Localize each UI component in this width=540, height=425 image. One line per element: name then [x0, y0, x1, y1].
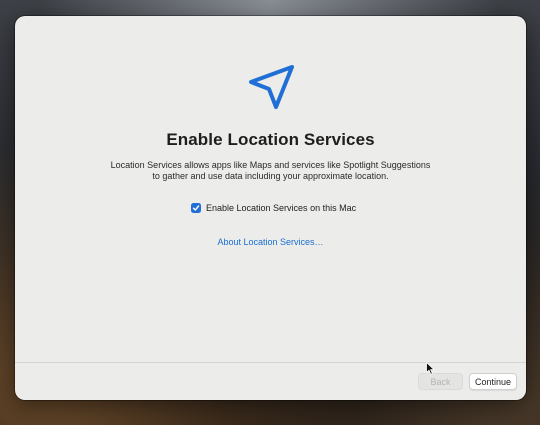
location-arrow-icon [247, 63, 295, 111]
checkbox-label: Enable Location Services on this Mac [206, 203, 357, 213]
mouse-pointer-icon [426, 362, 435, 375]
page-title: Enable Location Services [166, 130, 375, 149]
continue-button[interactable]: Continue [469, 373, 517, 390]
back-button[interactable]: Back [418, 373, 463, 390]
about-location-services-link[interactable]: About Location Services… [15, 237, 526, 247]
setup-assistant-window: Enable Location Services Location Servic… [15, 16, 526, 400]
page-description: Location Services allows apps like Maps … [110, 160, 431, 181]
enable-location-services-checkbox[interactable] [191, 203, 201, 213]
footer-divider [15, 362, 526, 363]
checkmark-icon [192, 205, 200, 211]
enable-location-services-option[interactable]: Enable Location Services on this Mac [191, 203, 356, 213]
